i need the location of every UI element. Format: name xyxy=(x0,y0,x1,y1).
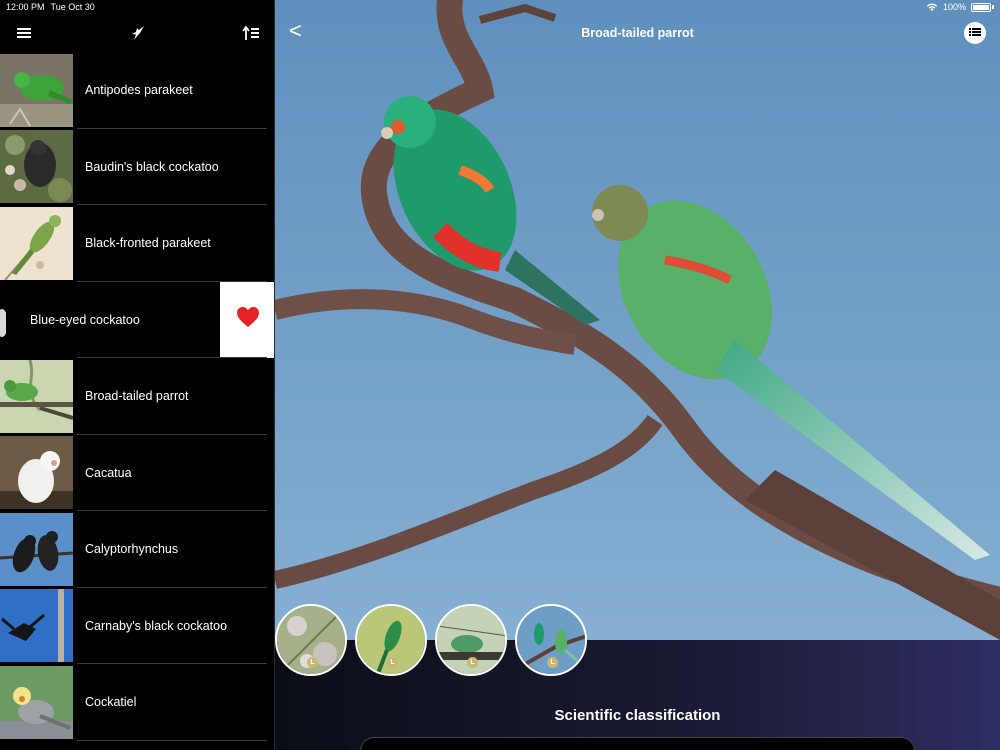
menu-icon[interactable] xyxy=(14,23,34,43)
gallery-photo[interactable]: L xyxy=(275,604,347,676)
list-item[interactable]: Cacatua xyxy=(0,435,274,512)
hero-photo xyxy=(275,0,1000,640)
list-item[interactable]: Cockatiel xyxy=(0,664,274,741)
bird-name: Black-fronted parakeet xyxy=(85,236,211,251)
gallery-photo[interactable]: L xyxy=(355,604,427,676)
license-badge: L xyxy=(547,657,558,668)
bird-thumbnail xyxy=(0,665,73,739)
battery-percent: 100% xyxy=(942,2,966,12)
sidebar: Antipodes parakeet Baudin's black cockat… xyxy=(0,0,275,750)
bird-thumbnail xyxy=(0,283,6,357)
bird-name: Broad-tailed parrot xyxy=(85,389,189,404)
detail-nav-bar: < Broad-tailed parrot xyxy=(275,14,1000,52)
license-badge: L xyxy=(307,657,318,668)
list-item[interactable]: Baudin's black cockatoo xyxy=(0,129,274,206)
bird-logo-icon[interactable] xyxy=(128,23,148,43)
bird-thumbnail xyxy=(0,130,73,204)
list-icon xyxy=(969,24,981,42)
license-badge: L xyxy=(387,657,398,668)
bird-name: Baudin's black cockatoo xyxy=(85,159,219,174)
back-button[interactable]: < xyxy=(289,20,309,44)
list-item[interactable]: Carnaby's black cockatoo xyxy=(0,588,274,665)
bird-list: Antipodes parakeet Baudin's black cockat… xyxy=(0,52,274,741)
bird-thumbnail xyxy=(0,206,73,280)
bird-thumbnail xyxy=(0,512,73,586)
bird-name: Calyptorhynchus xyxy=(85,542,179,557)
bird-thumbnail xyxy=(0,359,73,433)
bird-name: Blue-eyed cockatoo xyxy=(30,312,140,327)
list-item[interactable]: Antipodes parakeet xyxy=(0,52,274,129)
section-title: Scientific classification xyxy=(554,707,721,724)
gallery-photo[interactable]: L xyxy=(515,604,587,676)
gallery-photo[interactable]: L xyxy=(435,604,507,676)
bird-thumbnail xyxy=(0,589,73,663)
wifi-icon xyxy=(926,2,938,13)
list-button[interactable] xyxy=(964,22,986,44)
sort-icon[interactable] xyxy=(241,23,261,43)
list-item[interactable]: Broad-tailed parrot xyxy=(0,358,274,435)
bird-name: Antipodes parakeet xyxy=(85,83,193,98)
bird-name: Cockatiel xyxy=(85,695,137,710)
status-bar: 12:00 PM Tue Oct 30 100% xyxy=(0,0,1000,14)
heart-icon xyxy=(236,306,260,333)
photo-gallery: L L L L xyxy=(275,604,587,676)
license-badge: L xyxy=(467,657,478,668)
status-date: Tue Oct 30 xyxy=(50,2,95,12)
list-item[interactable]: Black-fronted parakeet xyxy=(0,205,274,282)
bird-name: Cacatua xyxy=(85,465,132,480)
list-item[interactable]: Calyptorhynchus xyxy=(0,511,274,588)
list-item[interactable]: Blue-eyed cockatoo xyxy=(0,281,274,358)
favorite-button[interactable] xyxy=(220,281,274,358)
battery-icon xyxy=(971,2,991,12)
sidebar-toolbar xyxy=(0,14,274,52)
page-title: Broad-tailed parrot xyxy=(581,26,694,40)
status-time: 12:00 PM xyxy=(6,2,45,12)
detail-pane: < Broad-tailed parrot L L L L Scientific… xyxy=(275,0,1000,750)
bird-thumbnail xyxy=(0,436,73,510)
classification-card xyxy=(360,737,915,750)
bird-thumbnail xyxy=(0,53,73,127)
bird-name: Carnaby's black cockatoo xyxy=(85,618,228,633)
